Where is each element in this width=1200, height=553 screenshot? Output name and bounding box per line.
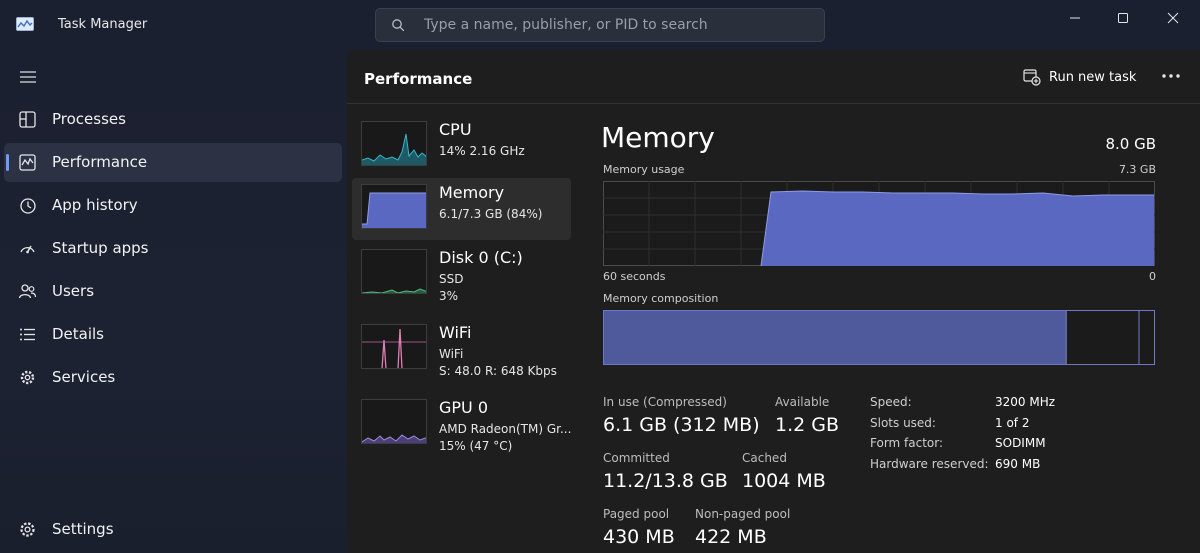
title-bar: Task Manager [0,0,1200,50]
disk-thumbnail-graph [361,249,427,294]
sidebar-item-performance[interactable]: Performance [4,143,342,182]
main-header: Performance Run new task [347,50,1200,104]
speed-label: Speed: [870,395,912,409]
sidebar-item-label: Settings [52,520,114,538]
close-button[interactable] [1148,0,1198,36]
sidebar-item-label: Users [52,282,95,300]
minimize-icon [1070,17,1080,19]
device-item-memory[interactable]: Memory 6.1/7.3 GB (84%) [352,178,571,240]
memory-composition-label: Memory composition [603,292,719,305]
cached-value: 1004 MB [742,470,826,492]
app-title: Task Manager [58,17,148,32]
gpu-thumbnail-graph [361,399,427,444]
run-new-task-label: Run new task [1049,69,1137,85]
memory-title: Memory [601,121,715,154]
sidebar-item-label: Services [52,368,116,386]
available-label: Available [775,395,830,409]
device-detail: AMD Radeon(TM) Gr... [439,422,572,436]
slots-value: 1 of 2 [995,416,1030,430]
device-item-gpu[interactable]: GPU 0 AMD Radeon(TM) Gr... 15% (47 °C) [352,393,571,455]
search-icon [392,19,405,32]
cpu-thumbnail-graph [361,121,427,166]
memory-usage-label: Memory usage [603,163,685,176]
memory-usage-max: 7.3 GB [1118,163,1156,176]
device-detail: WiFi [439,347,464,361]
graph-axis-left: 60 seconds [603,270,666,283]
memory-composition-bar [603,310,1155,365]
graph-axis-right: 0 [1149,270,1156,283]
maximize-icon [1118,13,1128,23]
device-item-wifi[interactable]: WiFi WiFi S: 48.0 R: 648 Kbps [352,318,571,380]
sidebar-item-app-history[interactable]: App history [4,186,342,225]
sidebar: Processes Performance App history Startu… [0,50,347,553]
sidebar-item-processes[interactable]: Processes [4,100,342,139]
processes-icon [19,111,36,128]
nonpaged-pool-label: Non-paged pool [695,507,791,521]
wifi-thumbnail-graph [361,324,427,369]
device-name: Disk 0 (C:) [439,248,523,267]
device-detail: S: 48.0 R: 648 Kbps [439,364,557,378]
device-detail: 14% 2.16 GHz [439,144,525,158]
device-name: WiFi [439,323,472,342]
sidebar-item-label: Performance [52,153,148,171]
minimize-button[interactable] [1050,0,1100,36]
device-item-cpu[interactable]: CPU 14% 2.16 GHz [352,115,571,177]
device-detail: SSD [439,272,464,286]
slots-label: Slots used: [870,416,936,430]
hardware-reserved-value: 690 MB [995,457,1041,471]
settings-icon [20,522,35,537]
device-detail: 15% (47 °C) [439,439,513,453]
form-factor-label: Form factor: [870,436,944,450]
sidebar-item-label: App history [52,196,138,214]
task-manager-logo-icon [16,17,34,31]
startup-icon [20,245,35,254]
in-use-value: 6.1 GB (312 MB) [603,414,760,436]
device-detail: 6.1/7.3 GB (84%) [439,207,543,221]
speed-value: 3200 MHz [995,395,1056,409]
sidebar-item-label: Startup apps [52,239,149,257]
sidebar-item-label: Processes [52,110,126,128]
services-icon [20,370,35,385]
history-icon [20,198,36,214]
performance-icon [19,154,36,171]
device-name: Memory [439,183,505,202]
device-name: GPU 0 [439,398,489,417]
close-icon [1167,12,1179,24]
users-icon [18,284,37,299]
hardware-reserved-label: Hardware reserved: [870,457,989,471]
device-name: CPU [439,120,472,139]
paged-pool-value: 430 MB [603,526,675,548]
sidebar-item-label: Details [52,325,105,343]
page-title: Performance [364,70,473,88]
available-value: 1.2 GB [775,414,840,436]
run-new-task-button[interactable]: Run new task [1023,66,1136,88]
form-factor-value: SODIMM [995,436,1046,450]
paged-pool-label: Paged pool [603,507,670,521]
sidebar-item-startup-apps[interactable]: Startup apps [4,229,342,268]
details-icon [20,328,35,341]
sidebar-item-details[interactable]: Details [4,315,342,354]
hamburger-menu-icon[interactable] [19,70,37,84]
sidebar-item-services[interactable]: Services [4,358,342,397]
memory-details: Memory 8.0 GB Memory usage 7.3 GB 60 sec… [601,118,1156,548]
device-detail: 3% [439,289,459,303]
committed-label: Committed [603,451,670,465]
active-indicator [6,154,9,171]
in-use-label: In use (Compressed) [603,395,727,409]
main-panel: Performance Run new task CPU 14% 2.16 GH… [347,50,1200,553]
device-item-disk[interactable]: Disk 0 (C:) SSD 3% [352,243,571,305]
more-options-icon[interactable] [1159,64,1183,88]
sidebar-item-settings[interactable]: Settings [4,510,342,549]
memory-usage-graph [603,181,1155,266]
maximize-button[interactable] [1098,0,1148,36]
memory-thumbnail-graph [361,184,427,229]
sidebar-item-users[interactable]: Users [4,272,342,311]
nonpaged-pool-value: 422 MB [695,526,767,548]
memory-total: 8.0 GB [1105,135,1156,153]
run-new-task-icon [1023,68,1041,86]
cached-label: Cached [742,451,787,465]
committed-value: 11.2/13.8 GB [603,470,728,492]
search-box[interactable] [375,8,825,42]
search-input[interactable] [424,9,814,41]
